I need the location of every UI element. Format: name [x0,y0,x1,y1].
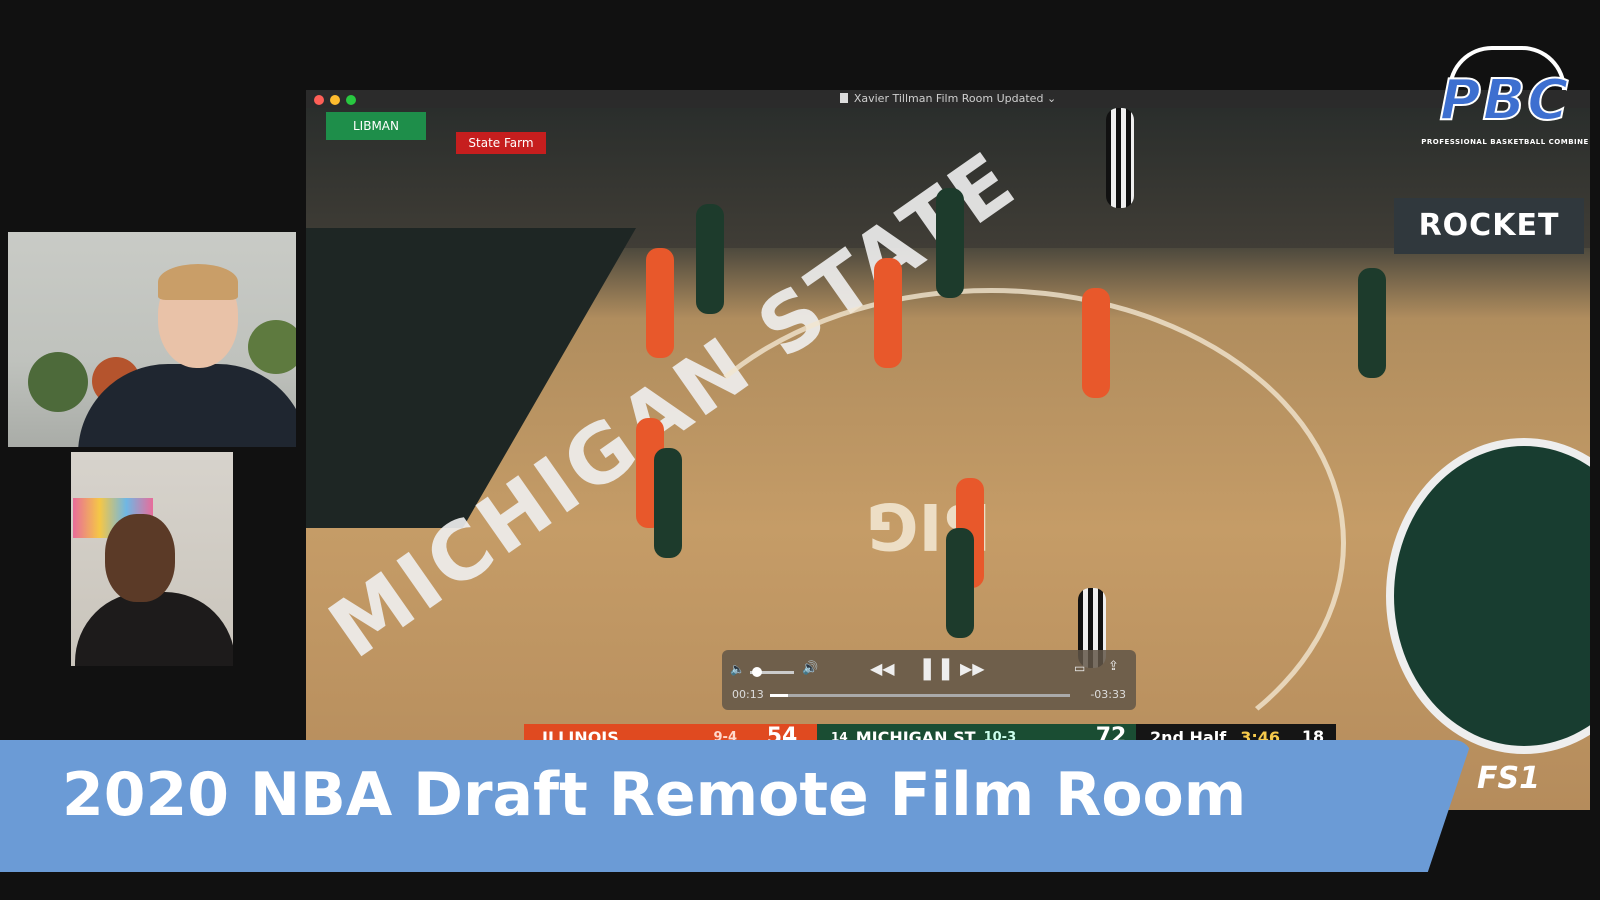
game-footage[interactable]: LIBMAN State Farm ROCKET MICHIGAN STATE … [306,108,1590,810]
participant-1-hair [158,264,238,300]
player-illinois [646,248,674,358]
player-illinois [874,258,902,368]
player-msu [936,188,964,298]
progress-scrubber[interactable] [770,694,1070,697]
plant-decor-2 [248,320,296,374]
pbc-logo-subtitle: PROFESSIONAL BASKETBALL COMBINE [1421,138,1589,146]
playback-controls[interactable]: 🔈 🔊 ◀◀ ❚❚ ▶▶ ▭ ⇪ 00:13 -03:33 [722,650,1136,710]
shared-video-window[interactable]: Xavier Tillman Film Room Updated ⌄ LIBMA… [306,90,1590,810]
ad-libman: LIBMAN [326,112,426,140]
pbc-logo-text: PBC [1439,67,1571,134]
pause-button[interactable]: ❚❚ [918,656,955,681]
participant-2-body [75,592,233,666]
player-msu-ballhandler [654,448,682,558]
window-titlebar[interactable]: Xavier Tillman Film Room Updated ⌄ [306,90,1590,108]
participant-video-2[interactable] [71,452,233,666]
lower-third-title: 2020 NBA Draft Remote Film Room [62,760,1247,830]
player-illinois [1082,288,1110,398]
player-msu [696,204,724,314]
spartan-logo [1386,438,1590,754]
rewind-button[interactable]: ◀◀ [870,659,895,678]
remaining-time: -03:33 [1090,688,1126,701]
elapsed-time: 00:13 [732,688,764,701]
airplay-icon[interactable]: ▭ [1074,661,1085,675]
volume-slider-knob[interactable] [752,667,762,677]
ad-rocket: ROCKET [1394,198,1584,254]
window-title: Xavier Tillman Film Room Updated ⌄ [306,92,1590,105]
ad-statefarm: State Farm [456,132,546,154]
network-logo: FS1 [1477,761,1540,796]
pbc-logo: PBC PROFESSIONAL BASKETBALL COMBINE [1420,44,1590,152]
progress-fill [770,694,788,697]
volume-high-icon: 🔊 [802,661,819,676]
participant-2-face [105,514,175,602]
participant-video-1[interactable] [8,232,296,447]
player-msu [946,528,974,638]
player-msu [1358,268,1386,378]
lower-third-banner: 2020 NBA Draft Remote Film Room [0,740,1472,872]
plant-decor [28,352,88,412]
fast-forward-button[interactable]: ▶▶ [960,659,985,678]
share-icon[interactable]: ⇪ [1108,659,1119,674]
chevron-down-icon[interactable]: ⌄ [1047,92,1056,105]
window-title-text: Xavier Tillman Film Room Updated [853,92,1044,105]
referee [1106,108,1134,208]
document-icon [839,93,848,103]
volume-low-icon: 🔈 [730,662,745,676]
